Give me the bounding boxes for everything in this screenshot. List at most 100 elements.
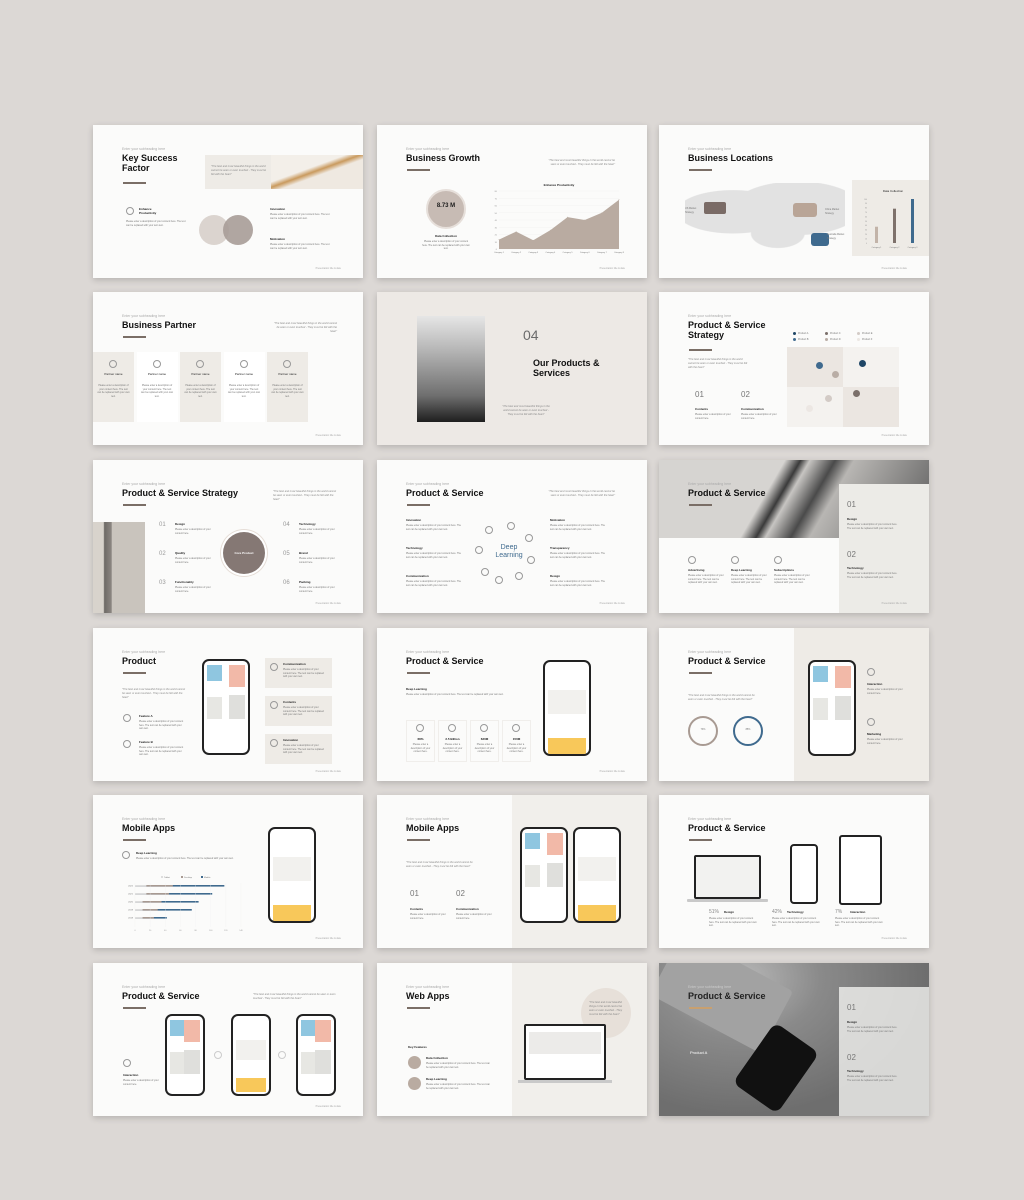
footer: Presentation title & date <box>315 1105 341 1108</box>
slide-mobile-apps-chart[interactable]: Enter your subheading here Mobile Apps D… <box>93 795 363 948</box>
item-number: 01 <box>695 390 704 399</box>
subtitle: Enter your subheading here <box>122 147 166 151</box>
stat-label: Interaction <box>850 910 866 914</box>
feature-label: Deep Learning <box>731 568 752 572</box>
partner-text: Please enter a description of your conte… <box>97 384 130 398</box>
slide-title: Business Locations <box>688 153 774 163</box>
slide-title: Product <box>122 656 157 666</box>
partner-text: Please enter a description of your conte… <box>140 384 174 398</box>
slide-product-stats[interactable]: Enter your subheading here Product & Ser… <box>377 628 647 781</box>
side-label: Marketing <box>867 732 882 736</box>
slide-business-growth[interactable]: Enter your subheading here Business Grow… <box>377 125 647 278</box>
slide-title: Product & Service <box>688 656 766 666</box>
slide-phone-flow[interactable]: Enter your subheading here Product & Ser… <box>93 963 363 1116</box>
item-text: Please enter a description of your conte… <box>270 213 330 220</box>
slide-devices[interactable]: Enter your subheading here Product & Ser… <box>659 795 929 948</box>
feature-label: Deep Learning <box>426 1077 447 1081</box>
slide-strategy-matrix[interactable]: Enter your subheading here Product & Ser… <box>659 292 929 445</box>
stat-label: Data Collection <box>435 234 457 238</box>
data-point <box>550 229 551 231</box>
y-tick-label: 70 <box>865 212 867 214</box>
side-text: Please enter a description of your conte… <box>867 738 903 745</box>
quote: "The best and most beautiful things in t… <box>548 490 615 497</box>
x-tick-label: Category 8 <box>614 251 624 254</box>
partner-text: Please enter a description of your conte… <box>271 384 304 398</box>
card-label: Innovation <box>283 738 299 742</box>
laurel-icon <box>123 714 131 722</box>
data-point <box>584 219 586 221</box>
quote: "The best and most beautiful things in t… <box>122 688 186 699</box>
slide-key-success-factor[interactable]: Enter your subheading here Key Success F… <box>93 125 363 278</box>
laptop-mockup <box>524 1024 606 1080</box>
phone-mockup <box>520 827 568 923</box>
partner-name: Partner name <box>191 372 210 376</box>
architecture-photo <box>417 316 485 422</box>
slide-product-rings[interactable]: Enter your subheading here Product & Ser… <box>659 628 929 781</box>
subtitle: Enter your subheading here <box>406 817 450 821</box>
slide-dark-product[interactable]: Enter your subheading here Product & Ser… <box>659 963 929 1116</box>
slide-deep-learning[interactable]: Enter your subheading here Product & Ser… <box>377 460 647 613</box>
item-text: Please enter a description of your conte… <box>847 523 898 530</box>
item-label: Innovation <box>406 518 422 522</box>
item-label: Contents <box>410 907 423 911</box>
slide-mobile-apps[interactable]: Enter your subheading here Mobile Apps "… <box>377 795 647 948</box>
legend-label: Product E <box>862 331 873 335</box>
feature-icon <box>774 556 782 564</box>
stat-icon <box>416 724 424 732</box>
section-heading: Key Features <box>408 1045 427 1049</box>
phone-mockup <box>231 1014 271 1096</box>
side-label: Interaction <box>867 682 883 686</box>
slide-title: Business Partner <box>122 320 197 330</box>
slide-title: Product & Service <box>688 991 766 1001</box>
phone-mockup <box>202 659 250 755</box>
feature-label: Feature B <box>139 740 153 744</box>
legend-swatch <box>793 338 796 341</box>
card-text: Please enter a description of your conte… <box>283 744 324 755</box>
legend-label: Product F <box>862 337 873 341</box>
stat-value: 150M <box>512 737 521 741</box>
subtitle: Enter your subheading here <box>122 650 166 654</box>
stat-value: 2.5 Billion <box>445 737 460 741</box>
item-number: 01 <box>847 500 856 509</box>
slide-product[interactable]: Enter your subheading here Product "The … <box>93 628 363 781</box>
slide-core-product[interactable]: Enter your subheading here Product & Ser… <box>93 460 363 613</box>
wood-image <box>271 155 363 189</box>
slide-business-partner[interactable]: Enter your subheading here Business Part… <box>93 292 363 445</box>
item-number: 02 <box>159 551 166 557</box>
y-tick-label: 20 <box>495 235 498 237</box>
bar <box>135 917 143 919</box>
slide-title: Key Success Factor <box>122 153 178 173</box>
title-underline <box>689 504 712 506</box>
compass-icon <box>126 207 134 215</box>
arrow-right-icon <box>278 1051 286 1059</box>
chart-title: Data Collection <box>883 189 904 193</box>
chart-title: Enhance Productivity <box>544 183 575 187</box>
map-label: US Market Strategy <box>685 207 697 214</box>
footer: Presentation title & date <box>599 267 625 270</box>
laptop-base <box>687 899 768 902</box>
x-tick-label: Category 1 <box>872 246 883 249</box>
check-icon <box>122 851 130 859</box>
bar <box>875 226 878 243</box>
item-label: Quality <box>175 551 186 555</box>
data-point <box>567 216 568 218</box>
item-label: Design <box>847 1020 858 1024</box>
item-heading: Enhance Productivity <box>139 207 157 215</box>
matrix-point <box>825 395 832 402</box>
slide-web-apps[interactable]: Enter your subheading here Web Apps "The… <box>377 963 647 1116</box>
item-label: Design <box>847 517 858 521</box>
section-heading: Deep Learning <box>136 851 157 855</box>
stat-icon <box>480 724 488 732</box>
x-tick-label: 0 <box>134 930 136 932</box>
slide-business-locations[interactable]: Enter your subheading here Business Loca… <box>659 125 929 278</box>
slide-section-divider[interactable]: 04 Our Products & Services "The best and… <box>377 292 647 445</box>
slide-architecture[interactable]: Enter your subheading here Product & Ser… <box>659 460 929 613</box>
learning-icon <box>408 1077 421 1090</box>
data-point <box>618 199 620 201</box>
footer: Presentation title & date <box>315 937 341 940</box>
bar <box>911 199 914 243</box>
legend-swatch <box>181 876 183 878</box>
stat-label: Design <box>724 910 735 914</box>
stat-text: Please enter a description of your conte… <box>506 743 527 754</box>
subtitle: Enter your subheading here <box>688 985 732 989</box>
